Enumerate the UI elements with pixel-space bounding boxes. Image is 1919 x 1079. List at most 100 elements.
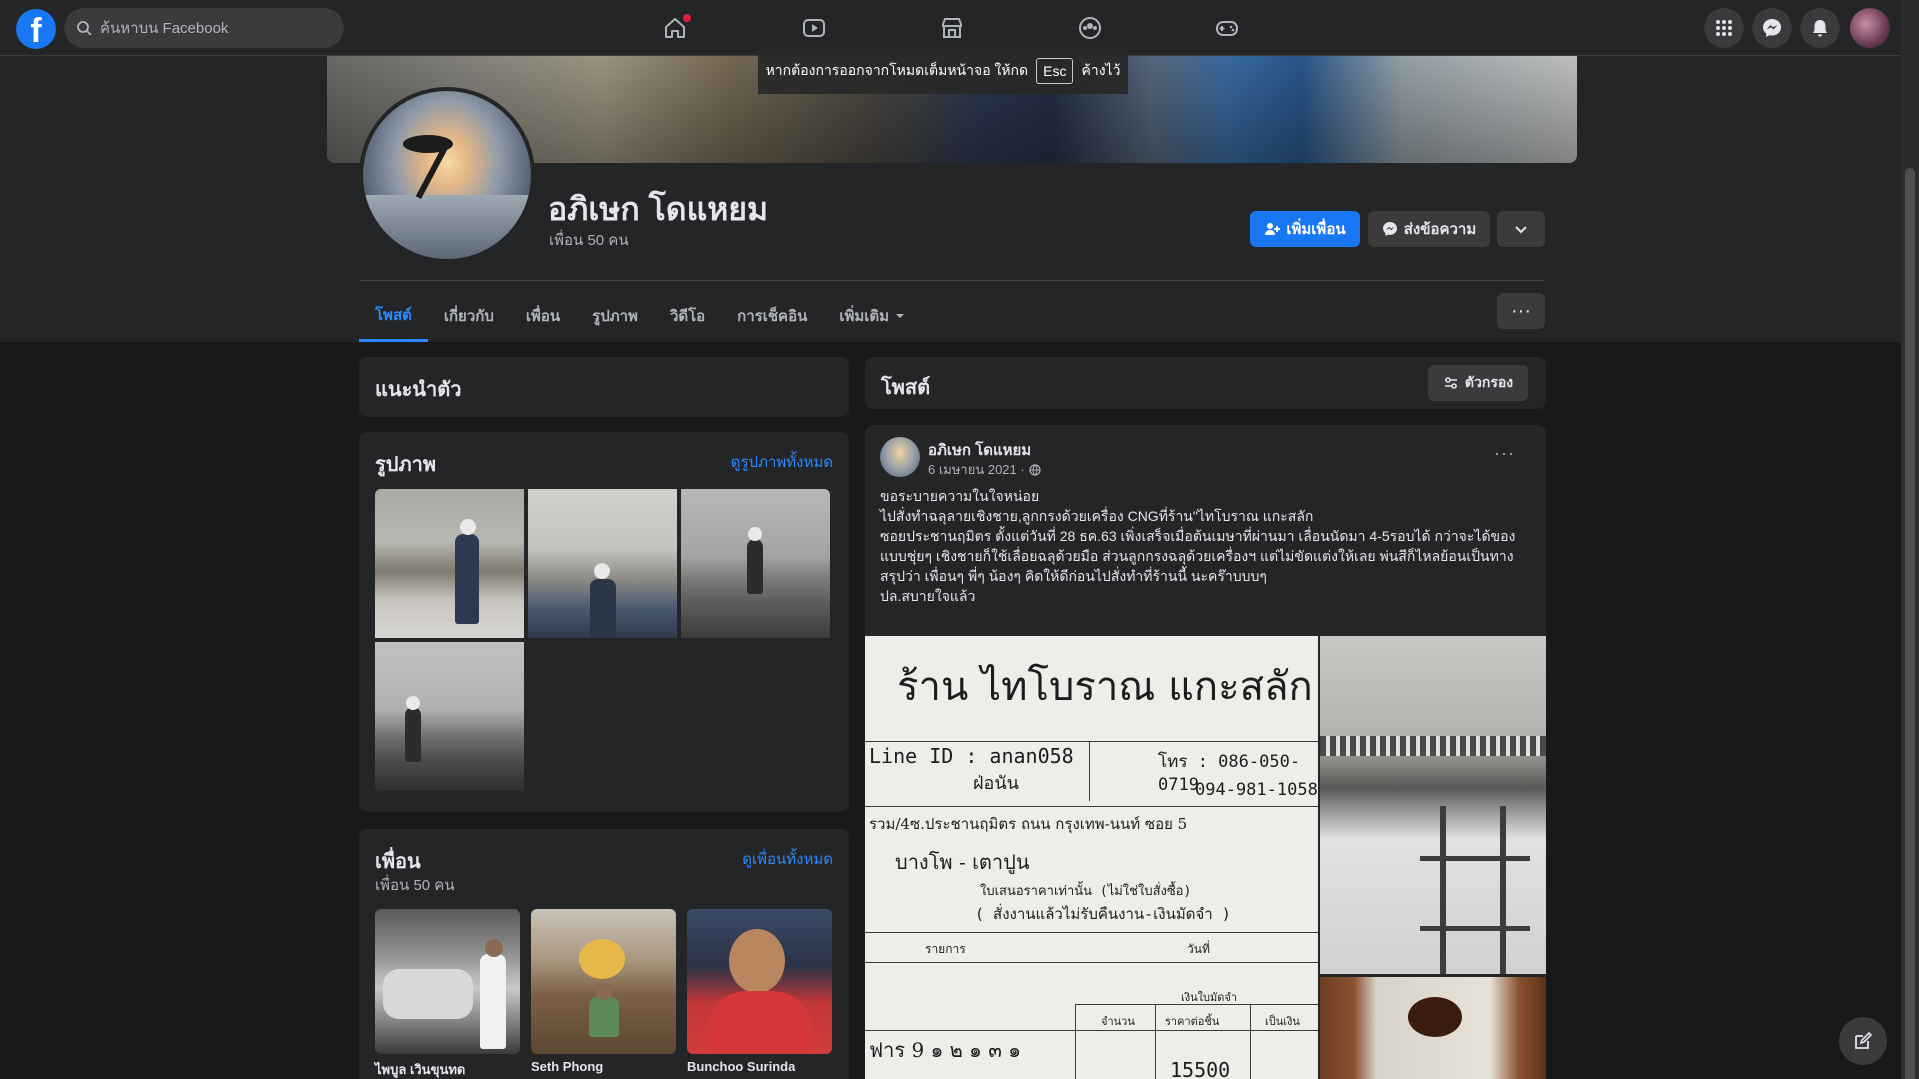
receipt-amount: 15500	[1170, 1058, 1231, 1079]
facebook-logo[interactable]: f	[16, 9, 56, 49]
receipt-qty-label: จำนวน	[1101, 1015, 1135, 1028]
nav-gaming[interactable]	[1172, 8, 1282, 48]
receipt-quote-note: ใบเสนอราคาเท่านั้น (ไม่ใช่ใบสั่งซื้อ)	[980, 884, 1192, 899]
filter-icon	[1444, 377, 1457, 389]
tab-videos[interactable]: วิดีโอ	[654, 290, 721, 342]
photo-thumbnail[interactable]	[375, 642, 524, 791]
friend-name[interactable]: ไพบูล เวินขุนทด	[375, 1059, 465, 1079]
fullscreen-exit-notice: หากต้องการออกจากโหมดเต็มหน้าจอ ให้กด Esc…	[758, 48, 1128, 94]
profile-friends-count[interactable]: เพื่อน 50 คน	[549, 228, 629, 252]
add-friend-label: เพิ่มเพื่อน	[1286, 221, 1346, 238]
nav-groups[interactable]	[1035, 8, 1145, 48]
post-image-crab-carving[interactable]	[1320, 977, 1546, 1079]
new-message-button[interactable]	[1839, 1017, 1887, 1065]
tab-label: การเช็คอิน	[737, 308, 808, 325]
intro-title: แนะนำตัว	[375, 379, 462, 401]
gaming-icon	[1216, 21, 1238, 36]
profile-picture[interactable]	[359, 87, 535, 263]
compose-icon	[1855, 1031, 1873, 1049]
tab-label: วิดีโอ	[669, 308, 706, 325]
photo-thumbnail[interactable]	[528, 489, 677, 638]
nav-home[interactable]	[620, 8, 730, 48]
more-dots-icon: ···	[1494, 443, 1515, 463]
post-timestamp[interactable]: 6 เมษายน 2021 ·	[928, 459, 1041, 480]
notifications-button[interactable]	[1800, 8, 1840, 48]
profile-options-dropdown[interactable]	[1497, 211, 1545, 247]
profile-tabs: โพสต์ เกี่ยวกับ เพื่อน รูปภาพ วิดีโอ การ…	[359, 290, 921, 342]
tab-label: รูปภาพ	[592, 308, 638, 325]
account-avatar[interactable]	[1850, 8, 1890, 48]
nav-marketplace[interactable]	[897, 8, 1007, 48]
post-text: ขอระบายความในใจหน่อย ไปสั่งทำฉลุลายเชิงช…	[880, 486, 1540, 606]
photo-thumbnail[interactable]	[681, 489, 830, 638]
friend-name[interactable]: Bunchoo Surinda	[687, 1059, 795, 1074]
receipt-line-id: Line ID : anan058	[869, 744, 1074, 768]
post-date-text: 6 เมษายน 2021 ·	[928, 462, 1025, 477]
caret-down-icon	[896, 314, 905, 318]
tab-label: เพิ่มเติม	[839, 308, 890, 325]
receipt-title: ร้าน ไทโบราณ แกะสลัก	[897, 664, 1313, 710]
tab-friends[interactable]: เพื่อน	[510, 290, 576, 342]
see-all-friends-link[interactable]: ดูเพื่อนทั้งหมด	[742, 847, 833, 871]
post-image-receipt[interactable]: ร้าน ไทโบราณ แกะสลัก Line ID : anan058 ฝ…	[865, 636, 1318, 1079]
notification-dot	[683, 14, 691, 22]
search-box[interactable]	[64, 8, 344, 48]
posts-header-card: โพสต์ ตัวกรอง	[865, 357, 1546, 409]
receipt-order-note: ( สั่งงานแล้วไม่รับคืนงาน-เงินมัดจำ )	[975, 905, 1231, 923]
post-options-button[interactable]: ···	[1494, 443, 1515, 464]
message-button[interactable]: ส่งข้อความ	[1368, 211, 1490, 247]
chevron-down-icon	[1515, 226, 1527, 234]
add-friend-icon	[1265, 223, 1281, 235]
photos-title: รูปภาพ	[375, 454, 437, 476]
globe-icon	[1029, 463, 1041, 476]
receipt-handwriting: ฟาร 9 ๑ ๒ ๑ ๓ ๑	[869, 1038, 1021, 1062]
message-label: ส่งข้อความ	[1403, 221, 1477, 238]
esc-key-label: Esc	[1036, 58, 1074, 84]
tab-photos[interactable]: รูปภาพ	[576, 290, 654, 342]
friend-photo[interactable]	[687, 909, 832, 1054]
receipt-phone-2: 094-981-1058	[1195, 780, 1318, 800]
receipt-address: รวม/4ซ.ประชานฤมิตร ถนน กรุงเทพ-นนท์ ซอย …	[869, 815, 1188, 833]
tab-about[interactable]: เกี่ยวกับ	[428, 290, 510, 342]
nav-watch[interactable]	[759, 8, 869, 48]
see-all-photos-link[interactable]: ดูรูปภาพทั้งหมด	[731, 450, 833, 474]
friends-card-count: เพื่อน 50 คน	[375, 877, 455, 894]
tab-label: โพสต์	[375, 306, 412, 324]
receipt-date-label: วันที่	[1187, 942, 1210, 956]
tab-more[interactable]: เพิ่มเติม	[823, 290, 921, 342]
post-text-line: สรุปว่า เพื่อนๆ พี่ๆ น้องๆ คิดให้ดีก่อนไ…	[880, 568, 1267, 584]
messenger-button[interactable]	[1752, 8, 1792, 48]
groups-icon	[1079, 17, 1101, 39]
header-divider	[359, 280, 1545, 281]
friend-photo[interactable]	[375, 909, 520, 1054]
intro-card: แนะนำตัว	[359, 357, 849, 417]
tab-label: เพื่อน	[525, 308, 561, 325]
tab-posts[interactable]: โพสต์	[359, 290, 428, 342]
tab-checkins[interactable]: การเช็คอิน	[721, 290, 823, 342]
page-scrollbar[interactable]	[1901, 0, 1919, 1079]
receipt-handwriting: บางโพ - เตาปูน	[895, 850, 1030, 874]
post-author-avatar[interactable]	[880, 437, 920, 477]
watch-icon	[803, 19, 825, 37]
menu-grid-icon	[1716, 20, 1732, 36]
filter-button[interactable]: ตัวกรอง	[1428, 365, 1528, 401]
messenger-icon	[1763, 19, 1781, 37]
post-text-line: ปล.สบายใจแล้ว	[880, 588, 976, 604]
notifications-icon	[1813, 20, 1827, 37]
friend-name[interactable]: Seth Phong	[531, 1059, 603, 1074]
post-text-line: ซอยประชานฤมิตร ตั้งแต่วันที่ 28 ธค.63 เพ…	[880, 528, 1516, 564]
toast-text-after: ค้างไว้	[1081, 62, 1121, 78]
photos-card: รูปภาพ ดูรูปภาพทั้งหมด	[359, 432, 849, 812]
scrollbar-thumb[interactable]	[1905, 168, 1915, 1079]
photo-thumbnail[interactable]	[375, 489, 524, 638]
receipt-unit-label: ราคาต่อชิ้น	[1165, 1015, 1220, 1028]
add-friend-button[interactable]: เพิ่มเพื่อน	[1250, 211, 1360, 247]
friend-photo[interactable]	[531, 909, 676, 1054]
search-input[interactable]	[100, 19, 320, 37]
profile-more-button[interactable]: ···	[1497, 293, 1545, 329]
post-image-house[interactable]	[1320, 636, 1546, 974]
messenger-icon	[1382, 222, 1397, 236]
posts-header-title: โพสต์	[881, 377, 931, 399]
menu-button[interactable]	[1704, 8, 1744, 48]
more-dots-icon: ···	[1511, 299, 1531, 322]
